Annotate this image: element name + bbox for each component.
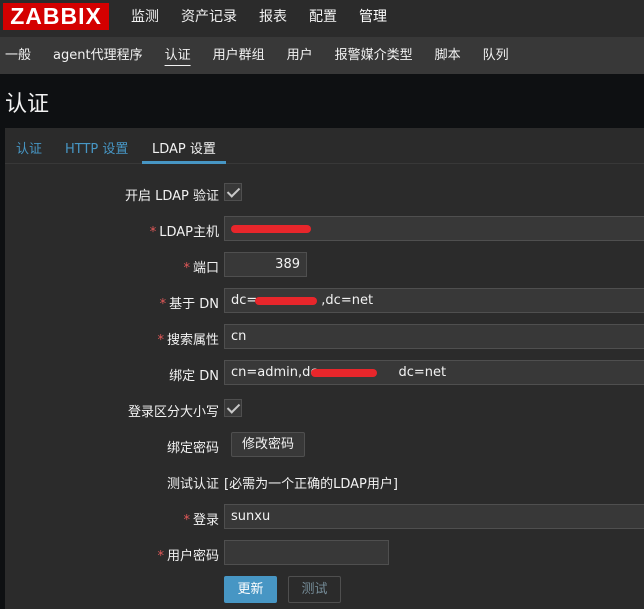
submenu-queue[interactable]: 队列 <box>472 37 520 74</box>
top-bar: ZABBIX 监测 资产记录 报表 配置 管理 <box>0 0 644 37</box>
menu-monitoring[interactable]: 监测 <box>120 0 170 37</box>
form-panel: 认证 HTTP 设置 LDAP 设置 开启 LDAP 验证 * LDAP主机 * 端… <box>5 128 644 609</box>
page-title: 认证 <box>5 92 50 117</box>
enable-ldap-label: 开启 LDAP 验证 <box>124 189 219 204</box>
test-button[interactable]: 测试 <box>288 576 341 603</box>
tab-http-settings[interactable]: HTTP 设置 <box>65 138 128 157</box>
login-input[interactable]: sunxu <box>224 504 644 529</box>
submenu-general[interactable]: 一般 <box>0 37 42 74</box>
menu-inventory[interactable]: 资产记录 <box>170 0 248 37</box>
menu-administration[interactable]: 管理 <box>348 0 398 37</box>
sub-menu: 一般 agent代理程序 认证 用户群组 用户 报警媒介类型 脚本 队列 <box>0 37 644 74</box>
bind-password-label: 绑定密码 <box>166 441 219 456</box>
menu-reports[interactable]: 报表 <box>248 0 298 37</box>
base-dn-input[interactable]: dc= ,dc=net <box>224 288 644 313</box>
submenu-proxies[interactable]: agent代理程序 <box>42 37 154 74</box>
tab-ldap-settings[interactable]: LDAP 设置 <box>152 138 216 157</box>
update-button[interactable]: 更新 <box>224 576 277 603</box>
redaction-mark <box>311 369 377 377</box>
active-tab-indicator <box>142 161 226 164</box>
user-password-input[interactable] <box>224 540 389 565</box>
port-label: * 端口 <box>183 261 219 276</box>
test-auth-label: 测试认证 <box>166 477 219 492</box>
submenu-users[interactable]: 用户 <box>276 37 324 74</box>
ldap-host-label: * LDAP主机 <box>149 225 219 240</box>
submenu-scripts[interactable]: 脚本 <box>424 37 472 74</box>
enable-ldap-checkbox[interactable] <box>224 183 242 201</box>
change-password-button[interactable]: 修改密码 <box>231 432 306 457</box>
menu-configuration[interactable]: 配置 <box>298 0 348 37</box>
bind-dn-label: 绑定 DN <box>169 369 219 384</box>
zabbix-logo[interactable]: ZABBIX <box>3 3 109 30</box>
search-attribute-label: * 搜索属性 <box>157 333 219 348</box>
search-attribute-input[interactable]: cn <box>224 324 644 349</box>
test-auth-hint: [必需为一个正确的LDAP用户] <box>224 477 398 492</box>
port-input[interactable]: 389 <box>224 252 307 277</box>
submenu-user-groups[interactable]: 用户群组 <box>202 37 276 74</box>
redaction-mark <box>255 297 317 305</box>
case-sensitive-label: 登录区分大小写 <box>127 405 219 420</box>
user-password-label: * 用户密码 <box>157 549 219 564</box>
base-dn-label: * 基于 DN <box>159 297 219 312</box>
main-menu: 监测 资产记录 报表 配置 管理 <box>120 0 398 37</box>
tab-bar: 认证 HTTP 设置 LDAP 设置 <box>5 128 644 164</box>
login-label: * 登录 <box>183 513 219 528</box>
submenu-authentication[interactable]: 认证 <box>154 37 202 74</box>
tab-authentication[interactable]: 认证 <box>16 138 42 157</box>
redaction-mark <box>231 225 311 233</box>
case-sensitive-checkbox[interactable] <box>224 399 242 417</box>
submenu-media-types[interactable]: 报警媒介类型 <box>324 37 424 74</box>
ldap-host-input[interactable] <box>224 216 644 241</box>
bind-dn-input[interactable]: cn=admin,dc= dc=net <box>224 360 644 385</box>
